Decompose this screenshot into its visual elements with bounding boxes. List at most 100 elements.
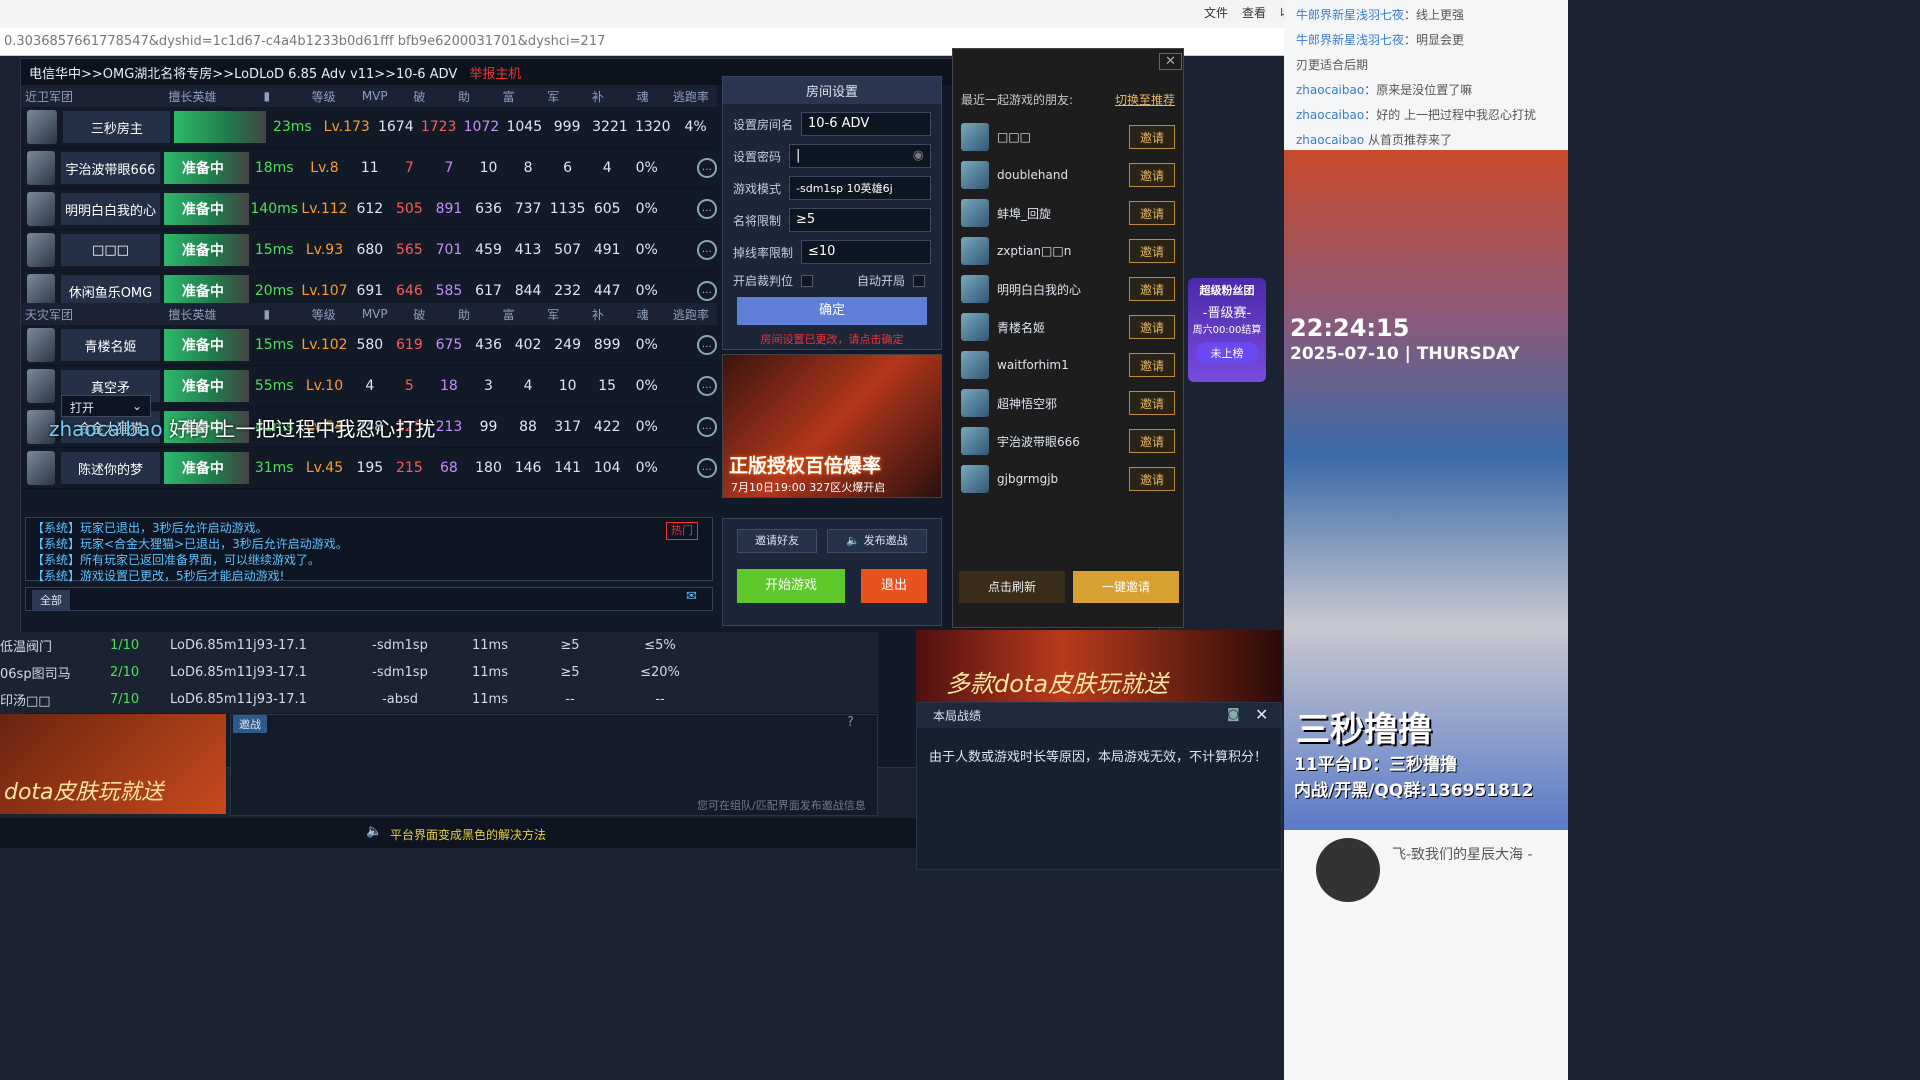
fan-club-button[interactable]: 未上榜 [1196,342,1258,364]
player-avatar[interactable] [27,110,58,144]
judge-label: 开启裁判位 [733,274,794,288]
player-row[interactable]: □□□ 准备中 15ms Lv.93 680 565 701 459 413 507 491 0%… [21,230,718,271]
friend-avatar [961,465,989,493]
team1-header: 近卫军团 擅长英雄 ▮ 等级 MVP 破 助 富 军 补 魂 逃跑率 [21,85,717,107]
send-chat-icon[interactable]: ✉ [686,589,697,604]
player-row[interactable]: 青楼名姬 准备中 15ms Lv.102 580 619 675 436 402 249 899 0%… [21,325,718,366]
invite-all-button[interactable]: 一键邀请 [1073,571,1179,603]
confirm-button[interactable]: 确定 [737,297,927,325]
friend-row: zxptian□□n 邀请 [953,232,1183,270]
invite-button[interactable]: 邀请 [1129,353,1175,377]
switch-recommend-link[interactable]: 切换至推荐 [1115,91,1175,108]
player-avatar[interactable] [27,192,56,226]
judge-checkbox[interactable] [801,274,814,287]
password-input[interactable]: | ◉ [789,144,931,168]
player-row[interactable]: 陈述你的梦 准备中 31ms Lv.45 195 215 68 180 146 141 104 0%… [21,448,718,489]
invite-button[interactable]: 邀请 [1129,125,1175,149]
chat-bubble-icon[interactable]: … [696,199,718,219]
menu-file[interactable]: 文件 [1204,4,1228,21]
close-round-icon[interactable]: ✕ [1255,705,1268,724]
player-fu: 617 [475,283,502,299]
mode-select[interactable]: -sdm1sp 10英雄6j [789,176,931,200]
hot-badge[interactable]: 热门 [666,522,698,540]
chat-bubble-icon[interactable]: … [696,417,718,437]
dota-ad-right[interactable]: 多款dota皮肤玩就送 [916,630,1282,702]
danmaku-user[interactable]: zhaocaibao [1296,83,1364,97]
player-name[interactable]: 明明白白我的心 [61,193,160,225]
help-icon[interactable]: ? [847,715,854,730]
player-jun: 402 [514,337,542,353]
exit-button[interactable]: 退出 [861,569,927,603]
invite-button[interactable]: 邀请 [1129,277,1175,301]
player-level: Lv.93 [305,242,344,258]
player-avatar[interactable] [27,233,56,267]
team2-header: 天灾军团 擅长英雄 ▮ 等级 MVP 破 助 富 军 补 魂 逃跑率 [21,303,717,325]
player-row[interactable]: 三秒房主 23ms Lv.173 1674 1723 1072 1045 999 3221 132… [21,107,717,148]
chat-bubble-icon[interactable]: … [696,240,718,260]
col-po: 破 [413,89,426,104]
invite-button[interactable]: 邀请 [1129,315,1175,339]
invite-friends-button[interactable]: 邀请好友 [737,529,817,553]
invite-button[interactable]: 邀请 [1129,201,1175,225]
player-avatar[interactable] [27,151,56,185]
fix-black-screen-link[interactable]: 平台界面变成黑色的解决方法 [390,826,546,843]
chat-filter-select[interactable]: 全部 [32,590,70,610]
player-name[interactable]: 三秒房主 [63,111,171,143]
chat-bubble-icon[interactable]: … [696,458,718,478]
player-status: 准备中 [163,234,250,266]
player-avatar[interactable] [27,328,56,362]
danmaku-user[interactable]: 牛郎界新星浅羽七夜 [1296,8,1404,22]
player-name[interactable]: 宇治波带眼666 [61,152,160,184]
player-name[interactable]: 陈述你的梦 [61,452,160,484]
url-text[interactable]: 0.3036857661778547&dyshid=1c1d67-c4a4b12… [4,34,605,49]
close-friends-icon[interactable]: ✕ [1159,53,1182,70]
danmaku-user[interactable]: zhaocaibao [1296,133,1364,147]
danmaku-item: 刃更适合后期 [1284,52,1568,77]
danmaku-user[interactable]: zhaocaibao [1296,108,1364,122]
report-host-link[interactable]: 举报主机 [469,67,521,82]
invite-button[interactable]: 邀请 [1129,239,1175,263]
eye-icon[interactable]: ◉ [913,148,924,163]
invite-button[interactable]: 邀请 [1129,467,1175,491]
dota-ad-left[interactable]: dota皮肤玩就送 [0,714,226,814]
player-fu: 10 [479,160,498,176]
danmaku-user[interactable]: 牛郎界新星浅羽七夜 [1296,33,1404,47]
game-ad-banner[interactable]: 正版授权百倍爆率 7月10日19:00 327区火爆开启 [722,354,942,498]
refresh-button[interactable]: 点击刷新 [959,571,1065,603]
post-invite-button[interactable]: 🔈 发布邀战 [827,529,927,553]
start-game-button[interactable]: 开始游戏 [737,569,845,603]
col-hun: 魂 [636,89,649,104]
invite-button[interactable]: 邀请 [1129,163,1175,187]
player-avatar[interactable] [27,451,56,485]
player-level: Lv.107 [301,283,348,299]
room-name-input[interactable]: 10-6 ADV [801,112,931,136]
player-row[interactable]: 明明白白我的心 准备中 140ms Lv.112 612 505 891 636 737 1135… [21,189,718,230]
lobby-mode: -absd [382,692,418,707]
invite-button[interactable]: 邀请 [1129,429,1175,453]
auto-checkbox[interactable] [913,274,926,287]
bottom-status-bar: 🔈 平台界面变成黑色的解决方法 [0,818,916,848]
invite-button[interactable]: 邀请 [1129,391,1175,415]
fan-club-widget[interactable]: 超级粉丝团 -晋级赛- 周六00:00结算 未上榜 [1188,278,1266,382]
friend-name: zxptian□□n [997,244,1072,258]
lobby-row[interactable]: 印汤□□ 7/10 LoD6.85m11j93-17.1 -absd 11ms -- -- [0,686,878,713]
room-actions: 邀请好友 🔈 发布邀战 开始游戏 退出 [722,518,942,626]
chat-bubble-icon[interactable]: … [696,376,718,396]
player-name[interactable]: □□□ [61,234,160,266]
invite-tab[interactable]: 邀战 [233,715,267,733]
chat-input-bar[interactable]: 全部 ✉ [25,587,713,611]
drop-select[interactable]: ≤10 [801,240,931,264]
chat-bubble-icon[interactable]: … [696,335,718,355]
menu-view[interactable]: 查看 [1242,4,1266,21]
player-avatar[interactable] [27,369,56,403]
camera-icon[interactable]: ◙ [1227,707,1240,722]
chat-bubble-icon[interactable]: … [696,158,718,178]
player-name[interactable]: 青楼名姬 [61,329,160,361]
lobby-row[interactable]: 低温阀门 1/10 LoD6.85m11j93-17.1 -sdm1sp 11ms ≥5 ≤… [0,632,878,659]
album-avatar[interactable] [1316,838,1380,902]
lobby-row[interactable]: 06sp图司马 2/10 LoD6.85m11j93-17.1 -sdm1sp 11ms… [0,659,878,686]
limit-select[interactable]: ≥5 [789,208,931,232]
player-hun: 1320 [634,119,671,135]
player-row[interactable]: 宇治波带眼666 准备中 18ms Lv.8 11 7 7 10 8 6 4 0%… [21,148,718,189]
chat-bubble-icon[interactable]: … [696,281,718,301]
